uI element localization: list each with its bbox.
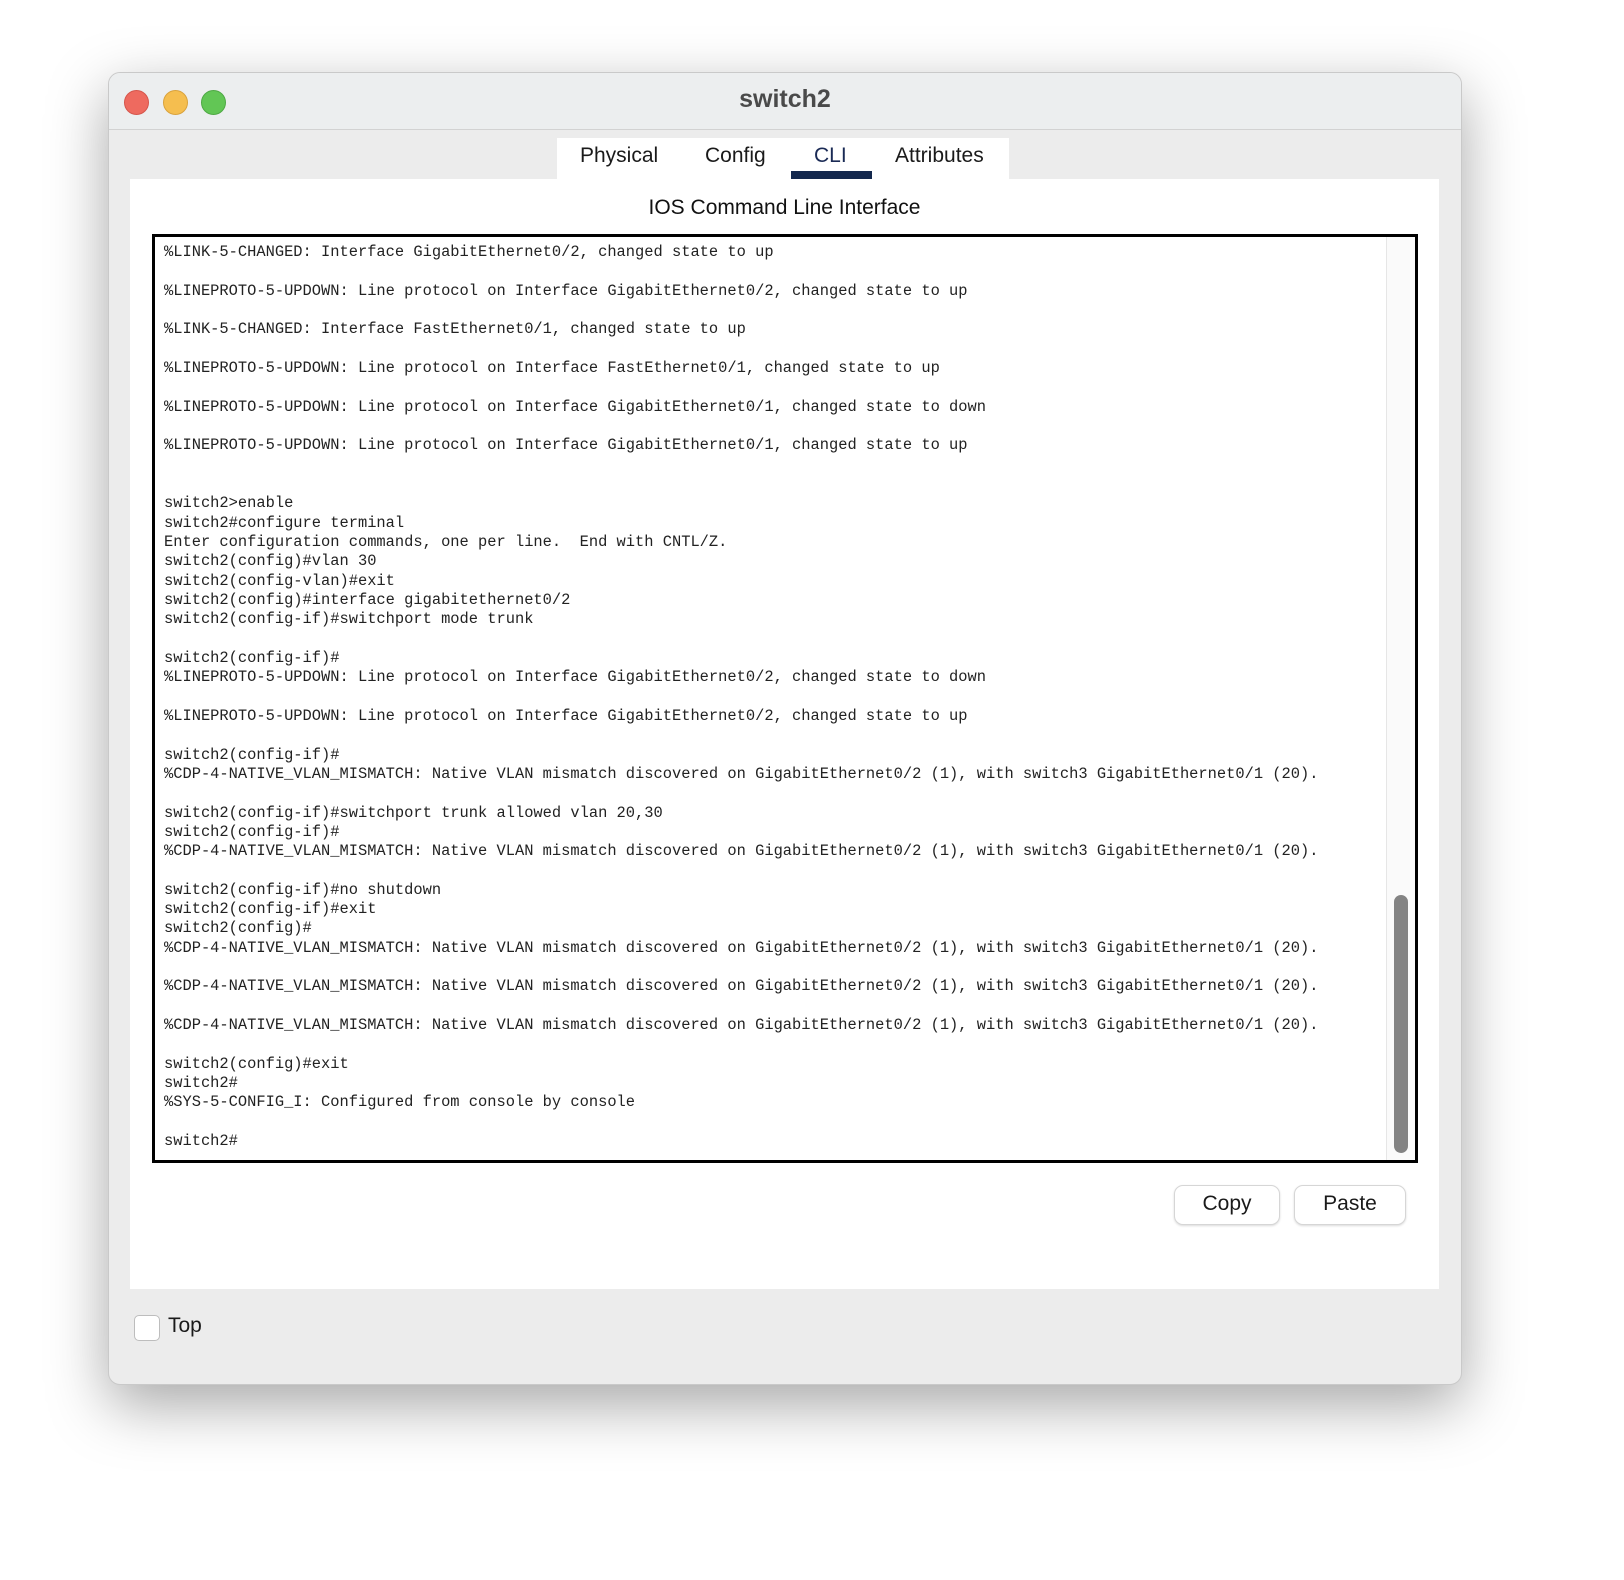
window: switch2 Physical Config CLI Attributes I… (108, 72, 1462, 1385)
terminal-line: switch2(config-vlan)#exit (164, 571, 395, 590)
terminal-line: %SYS-5-CONFIG_I: Configured from console… (164, 1093, 636, 1112)
terminal-line: switch2(config-if)# (164, 648, 340, 667)
terminal-line: switch2(config-if)#no shutdown (164, 880, 442, 899)
terminal-line: switch2(config)# (164, 919, 312, 938)
terminal-line: %LINK-5-CHANGED: Interface FastEthernet0… (164, 320, 746, 339)
terminal-line: %LINEPROTO-5-UPDOWN: Line protocol on In… (164, 397, 986, 416)
terminal-line: Enter configuration commands, one per li… (164, 532, 728, 551)
terminal-line: switch2(config-if)# (164, 745, 340, 764)
terminal-line: %LINEPROTO-5-UPDOWN: Line protocol on In… (164, 281, 968, 300)
terminal-line: %LINEPROTO-5-UPDOWN: Line protocol on In… (164, 706, 968, 725)
terminal-line: %CDP-4-NATIVE_VLAN_MISMATCH: Native VLAN… (164, 1016, 1319, 1035)
tab-cli[interactable]: CLI (814, 144, 847, 168)
paste-button[interactable]: Paste (1294, 1185, 1406, 1225)
cli-heading: IOS Command Line Interface (648, 196, 921, 219)
terminal-line: switch2# (164, 1132, 238, 1151)
terminal-line: %LINEPROTO-5-UPDOWN: Line protocol on In… (164, 436, 968, 455)
terminal-line: %LINK-5-CHANGED: Interface GigabitEthern… (164, 243, 774, 261)
terminal-output[interactable]: %LINK-5-CHANGED: Interface GigabitEthern… (164, 243, 1319, 1151)
terminal-line: %CDP-4-NATIVE_VLAN_MISMATCH: Native VLAN… (164, 764, 1319, 783)
copy-button[interactable]: Copy (1174, 1185, 1280, 1225)
vertical-scrollbar[interactable] (1386, 237, 1415, 1160)
terminal-line: switch2(config)#interface gigabitetherne… (164, 590, 571, 609)
tab-config[interactable]: Config (705, 144, 766, 168)
cli-terminal[interactable]: %LINK-5-CHANGED: Interface GigabitEthern… (152, 234, 1418, 1163)
cli-panel: IOS Command Line Interface %LINK-5-CHANG… (130, 179, 1439, 1289)
top-checkbox[interactable] (134, 1315, 160, 1341)
terminal-line: %LINEPROTO-5-UPDOWN: Line protocol on In… (164, 358, 940, 377)
top-checkbox-label: Top (168, 1314, 202, 1337)
tab-physical[interactable]: Physical (580, 144, 658, 168)
terminal-line: switch2(config-if)#switchport trunk allo… (164, 803, 663, 822)
window-title: switch2 (739, 85, 831, 113)
terminal-line: %CDP-4-NATIVE_VLAN_MISMATCH: Native VLAN… (164, 842, 1319, 861)
terminal-line: switch2# (164, 1074, 238, 1093)
title-bar: switch2 (109, 73, 1461, 130)
terminal-line: %LINEPROTO-5-UPDOWN: Line protocol on In… (164, 668, 986, 687)
tab-attributes[interactable]: Attributes (895, 144, 984, 168)
terminal-line: switch2#configure terminal (164, 513, 405, 532)
terminal-line: switch2(config)#vlan 30 (164, 552, 377, 571)
active-tab-indicator (791, 171, 872, 179)
terminal-line: %CDP-4-NATIVE_VLAN_MISMATCH: Native VLAN… (164, 977, 1319, 996)
terminal-line: %CDP-4-NATIVE_VLAN_MISMATCH: Native VLAN… (164, 938, 1319, 957)
terminal-line: switch2(config-if)# (164, 822, 340, 841)
scrollbar-thumb[interactable] (1394, 895, 1408, 1153)
terminal-line: switch2(config-if)#exit (164, 900, 377, 919)
tab-bar: Physical Config CLI Attributes (557, 138, 1009, 179)
terminal-line: switch2>enable (164, 494, 294, 513)
terminal-line: switch2(config)#exit (164, 1054, 349, 1073)
terminal-line: switch2(config-if)#switchport mode trunk (164, 610, 534, 629)
